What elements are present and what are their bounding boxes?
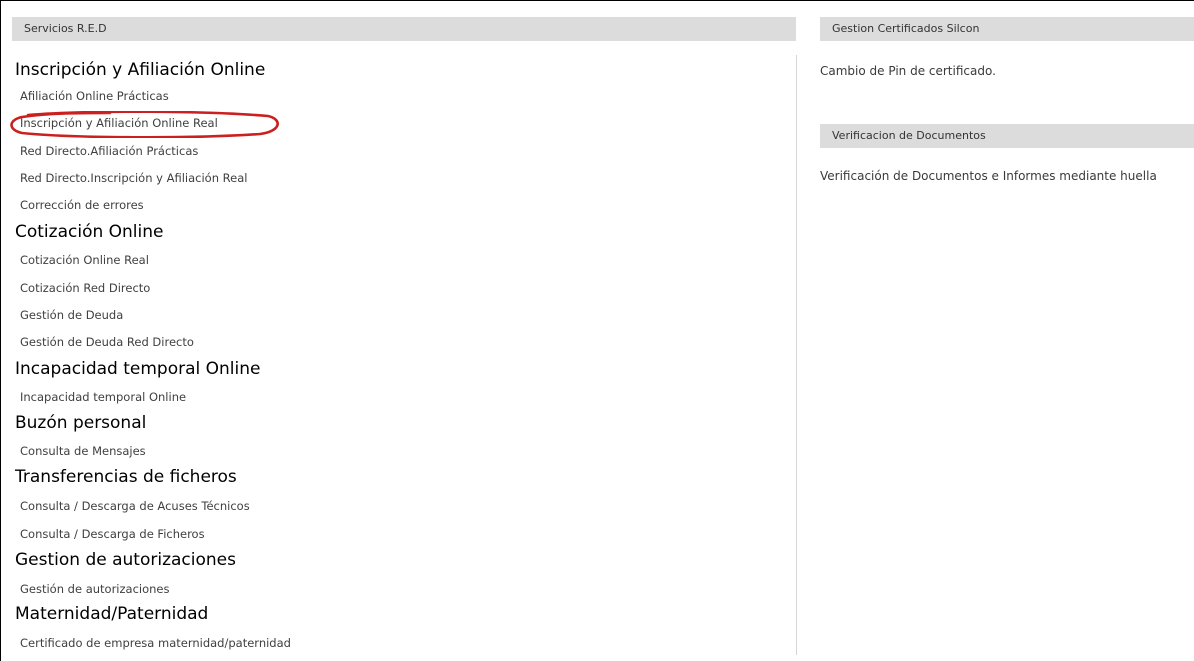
section-title-incapacidad: Incapacidad temporal Online	[15, 359, 261, 379]
section-title-buzon: Buzón personal	[15, 413, 147, 433]
certificados-header: Gestion Certificados Silcon	[820, 17, 1194, 41]
link-cotizacion-online-real[interactable]: Cotización Online Real	[20, 253, 149, 267]
link-red-directo-inscripcion-real[interactable]: Red Directo.Inscripción y Afiliación Rea…	[20, 171, 247, 185]
link-gestion-autorizaciones[interactable]: Gestión de autorizaciones	[20, 582, 170, 596]
verificacion-header: Verificacion de Documentos	[820, 124, 1194, 148]
section-title-maternidad: Maternidad/Paternidad	[15, 604, 209, 624]
section-title-inscripcion: Inscripción y Afiliación Online	[15, 60, 266, 80]
link-gestion-deuda-red-directo[interactable]: Gestión de Deuda Red Directo	[20, 335, 194, 349]
section-title-cotizacion: Cotización Online	[15, 222, 164, 242]
link-descarga-ficheros[interactable]: Consulta / Descarga de Ficheros	[20, 527, 205, 541]
section-title-transferencias: Transferencias de ficheros	[15, 467, 237, 487]
link-certificado-maternidad-paternidad[interactable]: Certificado de empresa maternidad/patern…	[20, 636, 291, 650]
link-incapacidad-temporal-online[interactable]: Incapacidad temporal Online	[20, 390, 186, 404]
link-descarga-acuses-tecnicos[interactable]: Consulta / Descarga de Acuses Técnicos	[20, 499, 250, 513]
link-consulta-mensajes[interactable]: Consulta de Mensajes	[20, 444, 146, 458]
section-title-autorizaciones: Gestion de autorizaciones	[15, 550, 236, 570]
link-red-directo-afiliacion-practicas[interactable]: Red Directo.Afiliación Prácticas	[20, 144, 198, 158]
link-cotizacion-red-directo[interactable]: Cotización Red Directo	[20, 281, 150, 295]
link-verificacion-documentos[interactable]: Verificación de Documentos e Informes me…	[820, 169, 1157, 183]
servicios-red-header: Servicios R.E.D	[12, 17, 796, 41]
link-afiliacion-online-practicas[interactable]: Afiliación Online Prácticas	[20, 89, 169, 103]
link-gestion-deuda[interactable]: Gestión de Deuda	[20, 308, 123, 322]
link-cambio-pin-certificado[interactable]: Cambio de Pin de certificado.	[820, 64, 996, 78]
link-inscripcion-afiliacion-online-real[interactable]: Inscripción y Afiliación Online Real	[20, 116, 218, 130]
panel-divider	[796, 55, 797, 655]
link-correccion-errores[interactable]: Corrección de errores	[20, 198, 144, 212]
